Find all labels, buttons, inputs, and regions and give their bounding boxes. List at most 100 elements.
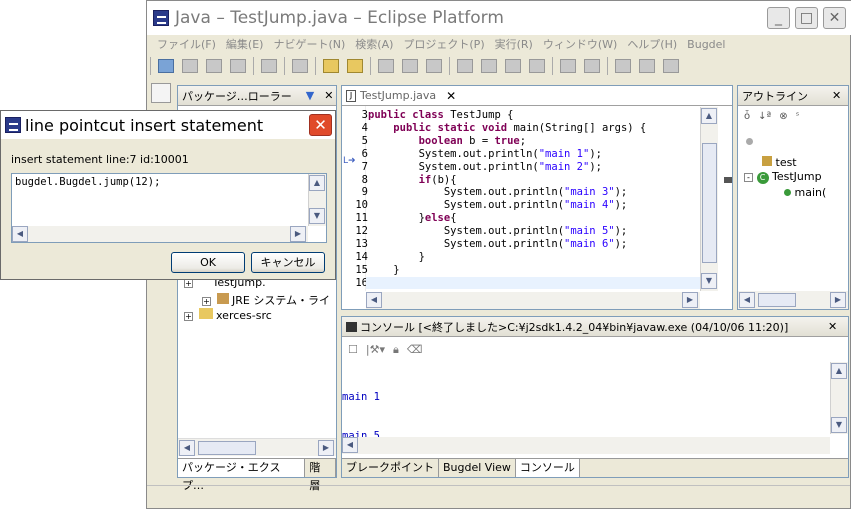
editor-tab[interactable]: J TestJump.java ✕ <box>342 86 732 106</box>
close-button[interactable]: ✕ <box>823 7 846 29</box>
scroll-up-icon[interactable]: ▲ <box>831 363 847 379</box>
horizontal-scrollbar[interactable]: ◀ ▶ <box>178 438 336 456</box>
code-line[interactable]: 15 } <box>346 264 696 277</box>
last-edit-icon[interactable] <box>615 59 631 73</box>
new-icon[interactable] <box>158 59 174 73</box>
pen-icon[interactable] <box>584 59 600 73</box>
expand-icon[interactable]: + <box>184 279 193 288</box>
console-horizontal-scrollbar[interactable]: ◀ <box>342 437 830 454</box>
copy-icon[interactable] <box>261 59 277 73</box>
outline-item-package[interactable]: test <box>762 156 797 169</box>
code-line[interactable]: 4 public static void main(String[] args)… <box>346 122 696 135</box>
console-tab[interactable]: コンソール [<終了しました>C:¥j2sdk1.4.2_04¥bin¥java… <box>342 317 848 337</box>
scroll-left-icon[interactable]: ◀ <box>366 292 382 308</box>
expand-icon[interactable]: + <box>202 297 211 306</box>
scroll-right-icon[interactable]: ▶ <box>830 292 846 308</box>
external-tools-icon[interactable] <box>426 59 442 73</box>
print-icon[interactable] <box>230 59 246 73</box>
scroll-lock-icon[interactable]: 🔒︎ <box>393 343 399 357</box>
bugdel-advice-icon[interactable] <box>529 59 545 73</box>
tab-hierarchy[interactable]: 階層 <box>305 459 336 492</box>
code-line[interactable]: 6 System.out.println("main 1"); <box>346 148 696 161</box>
code-line[interactable]: 10 System.out.println("main 4"); <box>346 199 696 212</box>
save-icon[interactable] <box>182 59 198 73</box>
sort-icon[interactable]: ↓ª <box>758 111 771 122</box>
back-icon[interactable] <box>639 59 655 73</box>
scroll-thumb[interactable] <box>198 441 256 455</box>
package-explorer-tab[interactable]: パッケージ…ローラー ▼ ✕ <box>178 86 336 106</box>
dialog-horizontal-scrollbar[interactable]: ◀ ▶ <box>12 226 308 242</box>
code-line[interactable]: 11 }else{ <box>346 212 696 225</box>
close-view-icon[interactable]: ✕ <box>828 320 837 333</box>
hide-static-icon[interactable]: ⊗ <box>779 111 787 122</box>
outline-horizontal-scrollbar[interactable]: ◀ ▶ <box>738 291 848 309</box>
save-all-icon[interactable] <box>206 59 222 73</box>
menu-navigate[interactable]: ナビゲート(N) <box>273 36 345 52</box>
statement-textarea[interactable]: bugdel.Bugdel.jump(12); ▲ ▼ ◀ ▶ <box>11 173 327 243</box>
tree-item-jre[interactable]: + JRE システム・ライ <box>202 292 330 308</box>
menu-file[interactable]: ファイル(F) <box>157 36 216 52</box>
dialog-vertical-scrollbar[interactable]: ▲ ▼ <box>308 174 326 226</box>
menu-search[interactable]: 検索(A) <box>355 36 393 52</box>
scroll-left-icon[interactable]: ◀ <box>179 440 195 456</box>
menu-run[interactable]: 実行(R) <box>495 36 533 52</box>
tab-breakpoints[interactable]: ブレークポイント <box>342 459 439 477</box>
tab-package-explorer[interactable]: パッケージ・エクスプ… <box>178 459 306 492</box>
run-icon[interactable] <box>402 59 418 73</box>
scroll-right-icon[interactable]: ▶ <box>290 226 306 242</box>
collapse-icon[interactable]: - <box>744 173 753 182</box>
debug-icon[interactable] <box>378 59 394 73</box>
remove-launches-icon[interactable]: |⚒▾ <box>366 343 385 357</box>
bugdel-pointcut-icon[interactable] <box>505 59 521 73</box>
open-type-icon[interactable] <box>292 59 308 73</box>
bugdel-insert-icon[interactable] <box>481 59 497 73</box>
scroll-up-icon[interactable]: ▲ <box>701 108 717 124</box>
scroll-thumb[interactable] <box>702 143 717 263</box>
editor-horizontal-scrollbar[interactable]: ◀ ▶ <box>366 292 700 309</box>
search-icon[interactable] <box>560 59 576 73</box>
menu-window[interactable]: ウィンドウ(W) <box>543 36 617 52</box>
menu-edit[interactable]: 編集(E) <box>226 36 264 52</box>
console-vertical-scrollbar[interactable]: ▲ ▼ <box>830 362 848 434</box>
scroll-right-icon[interactable]: ▶ <box>318 440 334 456</box>
code-line[interactable]: 13 System.out.println("main 6"); <box>346 238 696 251</box>
code-line[interactable]: 3public class TestJump { <box>346 109 696 122</box>
bugdel-jump-icon[interactable] <box>457 59 473 73</box>
maximize-button[interactable]: □ <box>795 7 818 29</box>
code-area[interactable]: 3public class TestJump {4 public static … <box>346 109 696 291</box>
expand-icon[interactable]: + <box>184 312 193 321</box>
hide-nonpublic-icon[interactable]: ˢ <box>796 111 800 122</box>
new-class-icon[interactable] <box>347 59 363 73</box>
outline-tab[interactable]: アウトライン ✕ <box>738 86 848 106</box>
code-line[interactable]: 7 System.out.println("main 2"); <box>346 161 696 174</box>
close-view-icon[interactable]: ✕ <box>324 89 333 102</box>
tab-console[interactable]: コンソール <box>515 459 580 477</box>
code-line[interactable]: 8 if(b){ <box>346 174 696 187</box>
code-line[interactable]: 14 } <box>346 251 696 264</box>
outline-item-class[interactable]: - C TestJump <box>744 170 822 184</box>
code-line[interactable]: 12 System.out.println("main 5"); <box>346 225 696 238</box>
tree-item-xerces[interactable]: + xerces-src <box>184 308 272 322</box>
cancel-button[interactable]: キャンセル <box>251 252 325 273</box>
minimize-button[interactable]: _ <box>767 7 790 29</box>
open-perspective-icon[interactable] <box>151 83 171 103</box>
scroll-down-icon[interactable]: ▼ <box>309 208 325 224</box>
ok-button[interactable]: OK <box>171 252 245 273</box>
scroll-left-icon[interactable]: ◀ <box>12 226 28 242</box>
editor-vertical-scrollbar[interactable]: ▲ ▼ <box>700 107 718 291</box>
hide-local-types-icon[interactable] <box>746 138 753 145</box>
clear-console-icon[interactable]: ⌫ <box>407 343 423 357</box>
close-view-icon[interactable]: ✕ <box>832 89 841 102</box>
tab-bugdel-view[interactable]: Bugdel View <box>439 459 516 477</box>
close-editor-icon[interactable]: ✕ <box>446 89 456 103</box>
outline-item-method[interactable]: main( <box>784 186 826 199</box>
scroll-down-icon[interactable]: ▼ <box>701 273 717 289</box>
view-menu-icon[interactable]: ▼ <box>306 89 314 102</box>
hide-fields-icon[interactable]: ȱ <box>744 111 750 122</box>
menu-bugdel[interactable]: Bugdel <box>687 38 725 51</box>
menu-project[interactable]: プロジェクト(P) <box>403 36 484 52</box>
dialog-close-button[interactable]: ✕ <box>309 114 332 136</box>
forward-icon[interactable] <box>663 59 679 73</box>
scroll-left-icon[interactable]: ◀ <box>342 437 358 453</box>
new-package-icon[interactable] <box>323 59 339 73</box>
